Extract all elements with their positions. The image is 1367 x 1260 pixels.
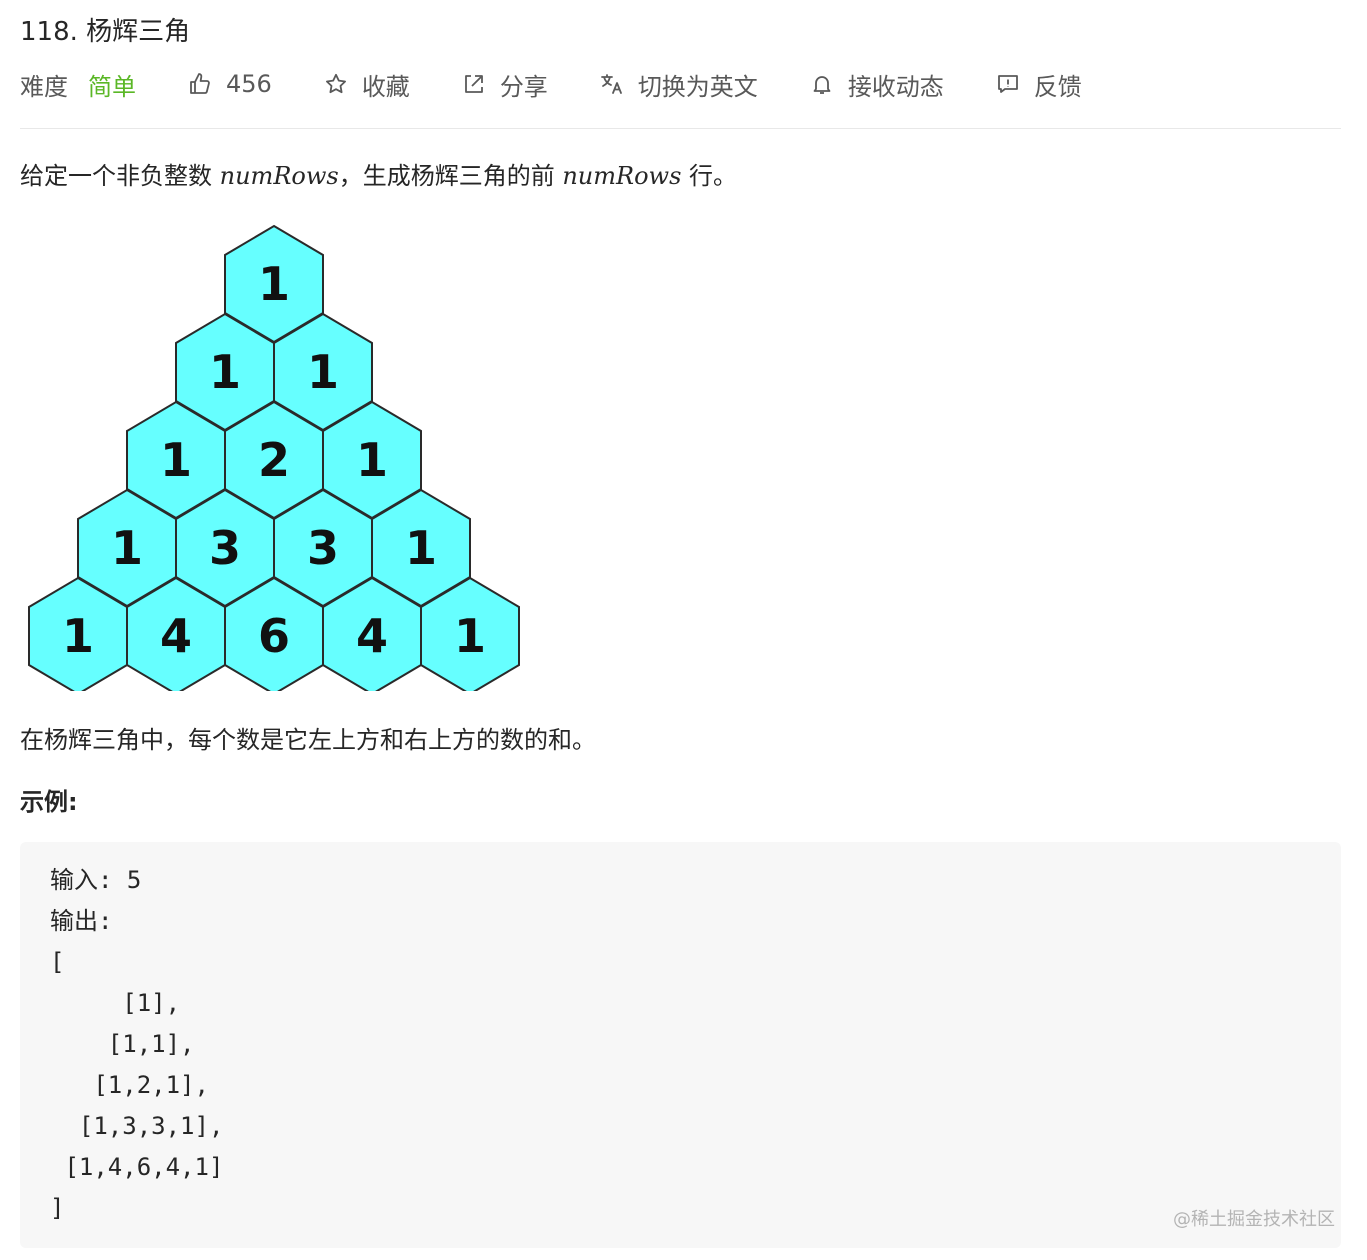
subscribe-button[interactable]: 接收动态 (810, 67, 944, 102)
code-line: 输入: 5 (50, 866, 142, 894)
star-icon (325, 73, 346, 94)
code-line: [1,3,3,1], (50, 1112, 224, 1140)
difficulty-badge: 简单 (88, 72, 136, 101)
hex-cell-value: 1 (454, 609, 486, 663)
hex-cell-value: 1 (209, 345, 241, 399)
favorite-button[interactable]: 收藏 (324, 67, 410, 102)
bell-icon (813, 76, 831, 94)
header-divider (20, 128, 1341, 129)
hex-cell-value: 1 (307, 345, 339, 399)
feedback-button[interactable]: 反馈 (996, 67, 1082, 102)
description-text-3: 行。 (681, 162, 738, 190)
variable-numrows: numRows (562, 162, 682, 190)
rule-note: 在杨辉三角中，每个数是它左上方和右上方的数的和。 (20, 726, 596, 754)
variable-numrows: numRows (219, 162, 339, 190)
hex-cell-value: 3 (209, 521, 241, 575)
hex-cell-value: 4 (160, 609, 192, 663)
hex-cell-value: 1 (405, 521, 437, 575)
code-line: ] (50, 1194, 65, 1222)
share-label: 分享 (499, 72, 548, 101)
translate-label: 切换为英文 (637, 72, 758, 101)
code-line: [1], (50, 989, 181, 1017)
subscribe-label: 接收动态 (847, 72, 944, 101)
share-icon (464, 75, 483, 93)
translate-button[interactable]: 切换为英文 (600, 67, 758, 102)
problem-title: 118. 杨辉三角 (20, 17, 191, 47)
example-code-block: 输入: 5 输出: [ [1], [1,1], [1,2,1], [1,3,3,… (20, 842, 1341, 1248)
hex-cell-value: 1 (160, 433, 192, 487)
hex-cell-value: 4 (356, 609, 388, 663)
problem-meta-bar: 难度 简单 456 收藏 分享 切换为英文 接收动态 反馈 (20, 64, 1134, 104)
hex-cell-value: 1 (258, 257, 290, 311)
pascal-triangle-image: 11 11 2 11 3 3 11 4 6 4 1 (28, 224, 520, 696)
hex-cell-value: 1 (356, 433, 388, 487)
hex-cell-value: 1 (111, 521, 143, 575)
hex-cell-value: 2 (258, 433, 290, 487)
description-text-1: 给定一个非负整数 (20, 162, 220, 190)
hex-cell-value: 6 (258, 609, 290, 663)
hex-cell-value: 3 (307, 521, 339, 575)
code-line: [1,2,1], (50, 1071, 209, 1099)
feedback-icon (997, 75, 1018, 93)
description-text-2: ，生成杨辉三角的前 (338, 162, 563, 190)
favorite-label: 收藏 (361, 72, 410, 101)
example-heading: 示例: (20, 788, 78, 816)
share-button[interactable]: 分享 (462, 67, 548, 102)
pascal-triangle-figure: 111121133114641 (20, 216, 530, 696)
like-count: 456 (226, 70, 272, 98)
like-button[interactable]: 456 (188, 70, 272, 98)
code-line: 输出: (50, 907, 113, 935)
thumbs-up-icon (190, 73, 210, 94)
code-line: [1,4,6,4,1] (50, 1153, 224, 1181)
watermark: @稀土掘金技术社区 (1173, 1209, 1335, 1230)
code-line: [ (50, 948, 65, 976)
problem-description: 给定一个非负整数 numRows，生成杨辉三角的前 numRows 行。 (20, 156, 737, 196)
code-line: [1,1], (50, 1030, 195, 1058)
translate-icon (600, 74, 622, 94)
difficulty-label: 难度 (20, 72, 68, 101)
feedback-label: 反馈 (1033, 72, 1082, 101)
hex-cell-value: 1 (62, 609, 94, 663)
